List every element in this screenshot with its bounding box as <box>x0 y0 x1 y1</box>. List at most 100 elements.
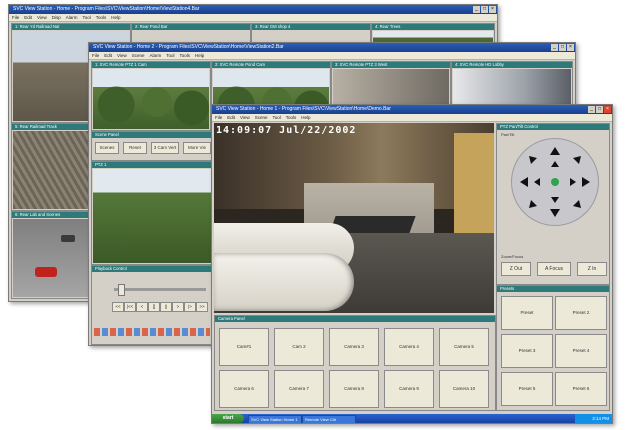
zoom-out-button[interactable]: Z Out <box>501 262 531 276</box>
preset-button[interactable]: Preset 2 <box>555 296 607 330</box>
back-window-menubar: File Edit View Disp Alarm Tool Tools Help <box>9 14 497 22</box>
menu-item[interactable]: Edit <box>24 15 32 20</box>
playback-button[interactable]: << <box>112 302 124 312</box>
camera-pane-title: 2: SVC Remote Pond Cam <box>212 62 330 68</box>
scene-button[interactable]: Reset <box>123 142 147 154</box>
camera-pane-title: 3: SVC Remote PTZ 3 West <box>332 62 450 68</box>
camera-button[interactable]: Camera 5 <box>439 328 489 366</box>
ptz-control-panel: PTZ Pan/Tilt Control Pan/Tilt Zoom/Focus… <box>496 123 610 285</box>
menu-item[interactable]: View <box>117 53 127 58</box>
menu-item[interactable]: Scene <box>255 115 268 120</box>
camera-pane-title: 1: SVC Remote PTZ 1 Cam <box>92 62 210 68</box>
preset-button[interactable]: Preset 5 <box>501 372 553 406</box>
playback-panel: Playback Control << |<< < [] || > |> >> <box>91 265 213 345</box>
maximize-icon[interactable]: □ <box>481 6 488 13</box>
camera-button[interactable]: Camera 3 <box>329 328 379 366</box>
back-window-title: SVC View Station - Home - Program Files\… <box>13 6 200 12</box>
camera-button[interactable]: Camera 6 <box>219 370 269 408</box>
menu-item[interactable]: Edit <box>104 53 112 58</box>
camera-pane[interactable]: PTZ 1 <box>91 161 213 265</box>
camera-buttons-panel-title: Camera Panel <box>215 316 495 322</box>
scene-button[interactable]: Scenes <box>95 142 119 154</box>
camera-feed <box>13 131 91 209</box>
camera-pane-title: 5: Rear Railroad Track <box>12 124 92 130</box>
camera-button[interactable]: Cam 2 <box>274 328 324 366</box>
menu-item[interactable]: Tools <box>286 115 297 120</box>
menu-item[interactable]: File <box>215 115 222 120</box>
minimize-icon[interactable]: _ <box>588 106 595 113</box>
camera-button[interactable]: Camera 7 <box>274 370 324 408</box>
menu-item[interactable]: Alarm <box>66 15 78 20</box>
maximize-icon[interactable]: □ <box>596 106 603 113</box>
osd-timestamp: 14:09:07 Jul/22/2002 <box>216 125 357 136</box>
playback-button[interactable]: [] <box>148 302 160 312</box>
camera-pane[interactable]: 6: Rear Lab and Scenes <box>11 211 93 299</box>
menu-item[interactable]: Help <box>111 15 120 20</box>
start-button[interactable]: start <box>212 414 244 423</box>
preset-button[interactable]: Preset <box>501 296 553 330</box>
slider-thumb[interactable] <box>118 284 125 296</box>
menu-item[interactable]: Edit <box>227 115 235 120</box>
middle-window-titlebar[interactable]: SVC View Station - Home 2 - Program File… <box>89 43 575 52</box>
main-camera-view[interactable]: 14:09:07 Jul/22/2002 <box>214 123 494 313</box>
menu-item[interactable]: Tools <box>96 15 107 20</box>
menu-item[interactable]: View <box>240 115 250 120</box>
preset-button[interactable]: Preset 4 <box>555 334 607 368</box>
menu-item[interactable]: View <box>37 15 47 20</box>
dark-car <box>61 235 75 242</box>
menu-item[interactable]: Alarm <box>149 53 161 58</box>
playback-button[interactable]: > <box>172 302 184 312</box>
menu-item[interactable]: File <box>92 53 99 58</box>
menu-item[interactable]: Tool <box>272 115 280 120</box>
camera-button[interactable]: Camera 9 <box>384 370 434 408</box>
back-window-titlebar[interactable]: SVC View Station - Home - Program Files\… <box>9 5 497 14</box>
playback-button[interactable]: || <box>160 302 172 312</box>
preset-button[interactable]: Preset 3 <box>501 334 553 368</box>
camera-button[interactable]: Camera 8 <box>329 370 379 408</box>
camera-pane[interactable]: 5: Rear Railroad Track <box>11 123 93 211</box>
arrow-right-inner-icon <box>570 178 576 186</box>
playback-button[interactable]: >> <box>196 302 208 312</box>
pan-tilt-group-label: Pan/Tilt <box>501 132 515 137</box>
close-icon[interactable]: × <box>489 6 496 13</box>
camera-button[interactable]: Cam#1 <box>219 328 269 366</box>
scene-button[interactable]: 3 Cam Vert <box>151 142 179 154</box>
menu-item[interactable]: File <box>12 15 19 20</box>
menu-item[interactable]: Tools <box>180 53 191 58</box>
camera-button[interactable]: Camera 10 <box>439 370 489 408</box>
direction-arrows <box>520 147 590 217</box>
menu-item[interactable]: Scene <box>132 53 145 58</box>
menu-item[interactable]: Help <box>301 115 310 120</box>
scene-panel: Scene Panel Scenes Reset 3 Cam Vert More… <box>91 131 213 161</box>
playback-button[interactable]: |<< <box>124 302 136 312</box>
scene-button[interactable]: More Vie <box>183 142 211 154</box>
playback-button[interactable]: |> <box>184 302 196 312</box>
menu-item[interactable]: Disp <box>52 15 61 20</box>
arrow-down-inner-icon <box>551 197 559 203</box>
front-window-titlebar[interactable]: SVC View Station - Home 1 - Program File… <box>212 105 612 114</box>
minimize-icon[interactable]: _ <box>473 6 480 13</box>
zoom-in-button[interactable]: Z In <box>577 262 607 276</box>
playback-slider[interactable] <box>114 284 206 296</box>
auto-focus-button[interactable]: A Focus <box>537 262 571 276</box>
camera-pane[interactable]: 1: SVC Remote PTZ 1 Cam <box>91 61 211 131</box>
taskbar-item[interactable]: SVC View Station Home 1 <box>248 415 302 423</box>
taskbar-item[interactable]: Remote View Ctrl <box>302 415 356 423</box>
maximize-icon[interactable]: □ <box>559 44 566 51</box>
zoom-group-label: Zoom/Focus <box>501 254 524 259</box>
arrow-up-icon <box>550 147 560 155</box>
menu-item[interactable]: Tool <box>166 53 174 58</box>
camera-button[interactable]: Camera 4 <box>384 328 434 366</box>
menu-item[interactable]: Help <box>195 53 204 58</box>
pan-tilt-pad[interactable] <box>511 138 599 226</box>
close-icon[interactable]: × <box>567 44 574 51</box>
playback-button[interactable]: < <box>136 302 148 312</box>
arrow-upright-icon <box>573 156 581 164</box>
minimize-icon[interactable]: _ <box>551 44 558 51</box>
camera-pane-title: 3: Rear GM shop 4 <box>252 24 370 30</box>
preset-button[interactable]: Preset 6 <box>555 372 607 406</box>
close-icon[interactable]: × <box>604 106 611 113</box>
arrow-right-icon <box>582 177 590 187</box>
menu-item[interactable]: Tool <box>83 15 91 20</box>
camera-pane-title: 4: SVC Remote HD Lobby <box>452 62 572 68</box>
